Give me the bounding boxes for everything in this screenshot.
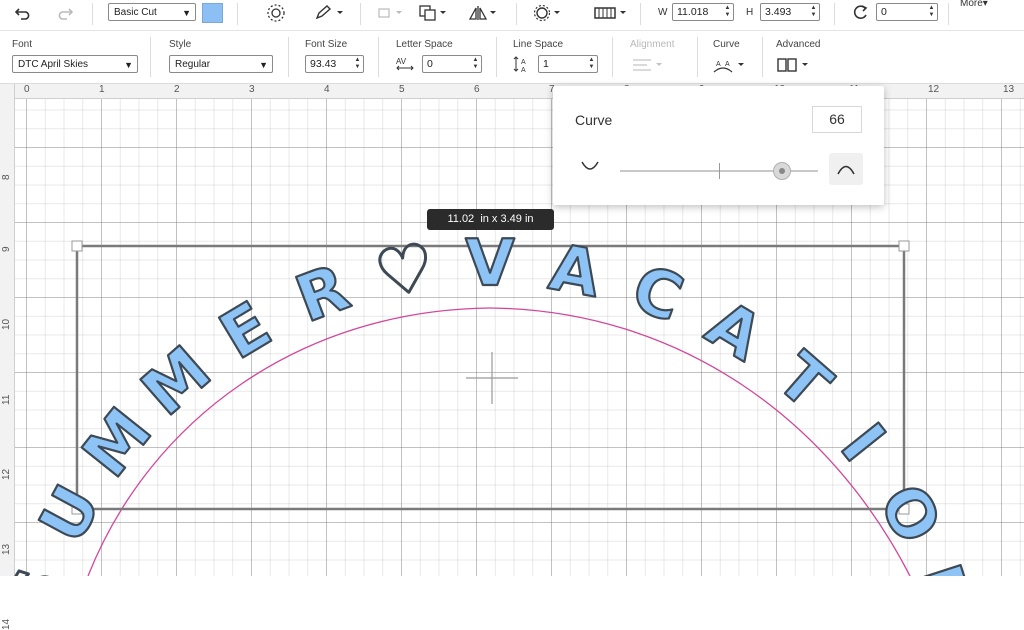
- center-crosshair: [466, 352, 518, 404]
- curve-down-icon[interactable]: [577, 156, 603, 176]
- selection-handle: [71, 240, 83, 252]
- curve-value-input[interactable]: 66: [812, 106, 862, 133]
- curved-letter: V: [465, 227, 515, 301]
- curved-letter: R: [287, 251, 359, 338]
- curved-letter: N: [899, 556, 986, 576]
- ruler-tick: 14: [1, 618, 12, 630]
- curve-guide-arc: [87, 307, 911, 576]
- curved-letter: A: [544, 231, 606, 313]
- tooltip-width: 11.02: [447, 213, 475, 225]
- curved-letter: E: [208, 288, 284, 374]
- curve-slider-thumb[interactable]: [773, 162, 792, 180]
- tooltip-rest: in x 3.49 in: [480, 213, 534, 225]
- curved-letter: T: [762, 339, 844, 424]
- curve-slider-center-mark: [719, 163, 720, 179]
- curved-letter: C: [622, 251, 692, 337]
- selection-handle: [898, 240, 910, 252]
- dimension-tooltip: 11.02 in x 3.49 in: [427, 209, 554, 230]
- curve-popup: Curve 66: [553, 86, 884, 205]
- curved-letter: M: [128, 333, 225, 431]
- curved-letter: M: [69, 395, 167, 491]
- curve-up-icon[interactable]: [829, 153, 863, 185]
- curved-letter: I: [826, 411, 899, 476]
- curved-letter: S: [0, 560, 80, 576]
- curve-popup-title: Curve: [575, 112, 613, 128]
- curved-letter: ♥: [370, 230, 440, 313]
- curved-letter: O: [864, 473, 955, 556]
